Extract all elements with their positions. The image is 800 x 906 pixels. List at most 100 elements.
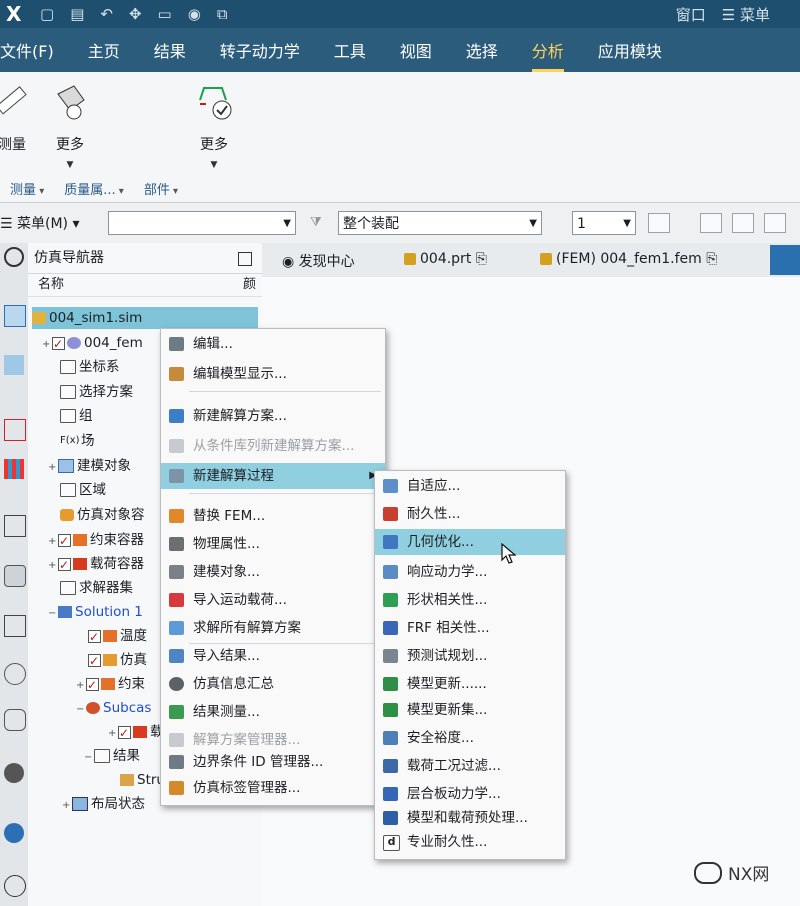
- submenu-item-model-update-set[interactable]: 模型更新集...: [375, 697, 565, 723]
- microphone-icon[interactable]: ◉: [188, 5, 201, 23]
- box-icon[interactable]: [4, 615, 26, 637]
- tree-row-solver-sets[interactable]: 求解器集: [60, 577, 133, 599]
- open-icon[interactable]: ▢: [40, 5, 54, 23]
- tree-row-modeling-objects[interactable]: + 建模对象: [48, 455, 131, 477]
- menu-item-new-solution-process[interactable]: 新建解算过程▶: [161, 463, 385, 489]
- menu-item-edit[interactable]: 编辑...: [161, 331, 385, 357]
- menu-select[interactable]: 选择: [466, 28, 498, 72]
- tree-row-constraint-container[interactable]: + 约束容器: [48, 529, 144, 553]
- assembly-navigator-icon[interactable]: [4, 305, 26, 327]
- menu-item-modeling-objects[interactable]: 建模对象...: [161, 559, 385, 585]
- submenu-item-frf-correlation[interactable]: FRF 相关性...: [375, 615, 565, 641]
- more-parts-button[interactable]: 更多 ▼: [188, 80, 240, 170]
- expand-icon[interactable]: +: [48, 531, 58, 553]
- tab-discovery-center[interactable]: ◉ 发现中心: [282, 251, 355, 271]
- visibility-checkbox[interactable]: [58, 554, 71, 576]
- tab-active-sim[interactable]: [770, 245, 800, 275]
- tree-row-subcase[interactable]: − Subcas: [76, 697, 151, 719]
- copy-icon[interactable]: ⧉: [217, 5, 228, 23]
- visibility-checkbox[interactable]: [58, 530, 71, 552]
- part-navigator-icon[interactable]: [4, 419, 26, 441]
- reuse-library-icon[interactable]: [4, 565, 26, 587]
- tree-row-groups[interactable]: 组: [60, 405, 93, 427]
- tree-row-structural[interactable]: Stru: [120, 769, 165, 791]
- history-icon[interactable]: [4, 663, 26, 685]
- collapse-icon[interactable]: −: [76, 699, 86, 721]
- expand-icon[interactable]: +: [62, 795, 72, 817]
- matrix-icon[interactable]: [4, 459, 24, 479]
- menu-item-edit-display[interactable]: 编辑模型显示...: [161, 361, 385, 387]
- assembly-scope-dropdown[interactable]: 整个装配 ▼: [338, 211, 542, 235]
- submenu-item-margin-of-safety[interactable]: 安全裕度...: [375, 725, 565, 751]
- menu-file[interactable]: 文件(F): [0, 28, 54, 72]
- cube-icon[interactable]: [4, 515, 26, 537]
- expand-icon[interactable]: +: [76, 675, 86, 697]
- print-icon[interactable]: ▭: [158, 5, 172, 23]
- tree-row-fields[interactable]: F(x) 场: [60, 430, 95, 452]
- menu-dropdown[interactable]: ☰ 菜单(M) ▾: [0, 213, 79, 233]
- expand-icon[interactable]: +: [108, 723, 118, 745]
- submenu-item-shape-correlation[interactable]: 形状相关性...: [375, 587, 565, 613]
- menu-item-bc-id-manager[interactable]: 边界条件 ID 管理器...: [161, 749, 385, 775]
- tree-row-layout-state[interactable]: + 布局状态: [62, 793, 145, 815]
- web-browser-icon[interactable]: [4, 823, 24, 843]
- submenu-item-durability[interactable]: 耐久性...: [375, 501, 565, 527]
- menu-item-sim-info[interactable]: 仿真信息汇总: [161, 671, 385, 697]
- menu-applications[interactable]: 应用模块: [598, 28, 662, 72]
- visibility-checkbox[interactable]: [118, 722, 131, 744]
- info-icon[interactable]: [4, 763, 24, 783]
- menu-item-replace-fem[interactable]: 替换 FEM...: [161, 503, 385, 529]
- menu-rotor-dynamics[interactable]: 转子动力学: [220, 28, 300, 72]
- menu-item-import-results[interactable]: 导入结果...: [161, 643, 385, 669]
- zoom-icon[interactable]: [732, 213, 754, 233]
- submenu-item-model-update[interactable]: 模型更新......: [375, 671, 565, 697]
- collapse-icon[interactable]: −: [84, 747, 94, 769]
- level-dropdown[interactable]: 1 ▼: [572, 211, 636, 235]
- window-menu[interactable]: 窗口: [676, 4, 706, 25]
- save-icon[interactable]: ▤: [70, 5, 84, 23]
- tree-row-selection-recipes[interactable]: 选择方案: [60, 381, 133, 403]
- menu-analysis[interactable]: 分析: [531, 28, 564, 72]
- refresh-icon[interactable]: [648, 213, 670, 233]
- submenu-item-adaptivity[interactable]: 自适应...: [375, 473, 565, 499]
- snap-view-icon[interactable]: [700, 213, 722, 233]
- submenu-item-geometry-optimization[interactable]: 几何优化...: [375, 529, 565, 555]
- menu-item-result-measure[interactable]: 结果测量...: [161, 699, 385, 725]
- measure-button[interactable]: 测量: [0, 80, 32, 154]
- tree-row-temperature[interactable]: 温度: [88, 625, 147, 648]
- visibility-checkbox[interactable]: [86, 674, 99, 696]
- column-name[interactable]: 名称: [38, 277, 64, 292]
- submenu-item-specialist-durability[interactable]: d 专业耐久性...: [375, 829, 565, 855]
- fit-icon[interactable]: [764, 213, 786, 233]
- tree-row-load[interactable]: +载: [108, 721, 164, 745]
- type-filter-dropdown[interactable]: ▼: [108, 211, 296, 235]
- menu-view[interactable]: 视图: [400, 28, 432, 72]
- tree-row-solution-1[interactable]: − Solution 1: [48, 601, 143, 623]
- tree-row-regions[interactable]: 区域: [60, 479, 106, 501]
- tree-row-simulation-objects[interactable]: 仿真对象容: [60, 504, 145, 526]
- menu-item-solve-all[interactable]: 求解所有解算方案: [161, 615, 385, 641]
- maximize-icon[interactable]: [238, 252, 252, 266]
- tree-row-simulation[interactable]: 仿真: [88, 649, 147, 672]
- roles-icon[interactable]: [4, 709, 26, 731]
- expand-icon[interactable]: +: [48, 457, 58, 479]
- submenu-item-laminate-dynamics[interactable]: 层合板动力学...: [375, 781, 565, 807]
- tree-row-results[interactable]: − 结果: [84, 745, 140, 767]
- tab-fem[interactable]: (FEM) 004_fem1.fem ⎘: [540, 251, 717, 267]
- collapse-icon[interactable]: −: [48, 603, 58, 625]
- visibility-checkbox[interactable]: [52, 333, 65, 355]
- clock-icon[interactable]: [4, 875, 26, 897]
- tree-row-sim-file[interactable]: 004_sim1.sim: [32, 307, 258, 329]
- visibility-checkbox[interactable]: [88, 626, 101, 648]
- submenu-item-model-load-preprocess[interactable]: 模型和载荷预处理...: [375, 805, 565, 831]
- expand-icon[interactable]: +: [42, 334, 52, 356]
- group-measure[interactable]: 测量: [10, 179, 44, 198]
- undo-icon[interactable]: ↶: [100, 5, 113, 23]
- tree-row-constraints[interactable]: + 约束: [76, 673, 145, 697]
- tree-row-fem[interactable]: +004_fem: [42, 332, 143, 356]
- tree-row-load-container[interactable]: + 载荷容器: [48, 553, 144, 576]
- menu-item-import-motion-loads[interactable]: 导入运动载荷...: [161, 587, 385, 613]
- more-measure-button[interactable]: 更多 ▼: [44, 80, 96, 170]
- menu-home[interactable]: 主页: [88, 28, 120, 72]
- visibility-checkbox[interactable]: [88, 650, 101, 672]
